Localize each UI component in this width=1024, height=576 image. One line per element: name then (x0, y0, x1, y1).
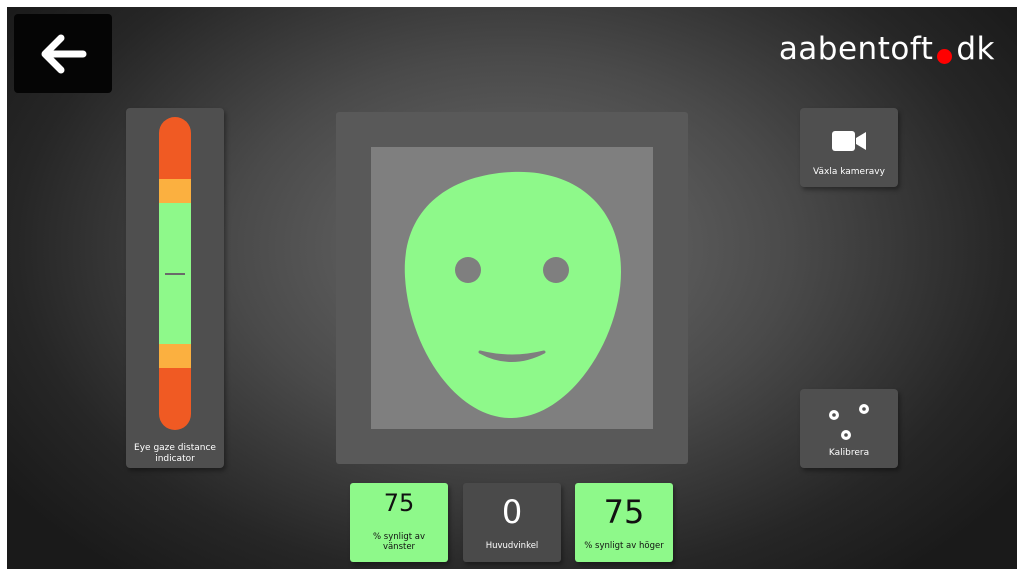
logo-text-left: aabentoft (778, 31, 934, 67)
calibrate-button[interactable]: Kalibrera (800, 389, 898, 468)
right-visibility-label: % synligt av höger (584, 541, 664, 551)
left-visibility-value: 75 (383, 489, 415, 517)
head-angle-stat: 0 Huvudvinkel (463, 483, 561, 562)
eye-gaze-distance-panel: Eye gaze distance indicator (126, 108, 224, 468)
face-tracking-panel (336, 112, 688, 464)
eye-gaze-distance-gauge (159, 117, 191, 430)
gauge-zone-red-top (159, 117, 191, 179)
logo-dot-icon (937, 49, 953, 64)
face-icon (404, 171, 621, 419)
gauge-zone-orange-top (159, 179, 191, 203)
calibrate-label: Kalibrera (828, 448, 870, 458)
back-button[interactable] (14, 14, 112, 93)
switch-camera-view-label: Växla kameravy (813, 167, 885, 177)
right-visibility-value: 75 (603, 493, 645, 531)
head-angle-label: Huvudvinkel (485, 541, 539, 551)
gauge-zone-orange-bottom (159, 344, 191, 368)
right-visibility-stat: 75 % synligt av höger (575, 483, 673, 562)
left-visibility-label: % synligt av vänster (372, 532, 426, 552)
camera-view-area (371, 147, 653, 429)
head-angle-value: 0 (501, 493, 523, 531)
calibration-dots-icon (829, 404, 869, 440)
app-window: aabentoft dk Eye gaze distance indicator (7, 7, 1017, 569)
eye-gaze-distance-label: Eye gaze distance indicator (134, 443, 216, 464)
left-visibility-stat: 75 % synligt av vänster (350, 483, 448, 562)
brand-logo: aabentoft dk (779, 27, 995, 67)
switch-camera-view-button[interactable]: Växla kameravy (800, 108, 898, 187)
arrow-left-icon (41, 34, 87, 73)
logo-text-right: dk (956, 31, 995, 67)
gauge-zone-red-bottom (159, 368, 191, 430)
gauge-level-marker (165, 273, 185, 275)
video-camera-icon (832, 131, 866, 151)
